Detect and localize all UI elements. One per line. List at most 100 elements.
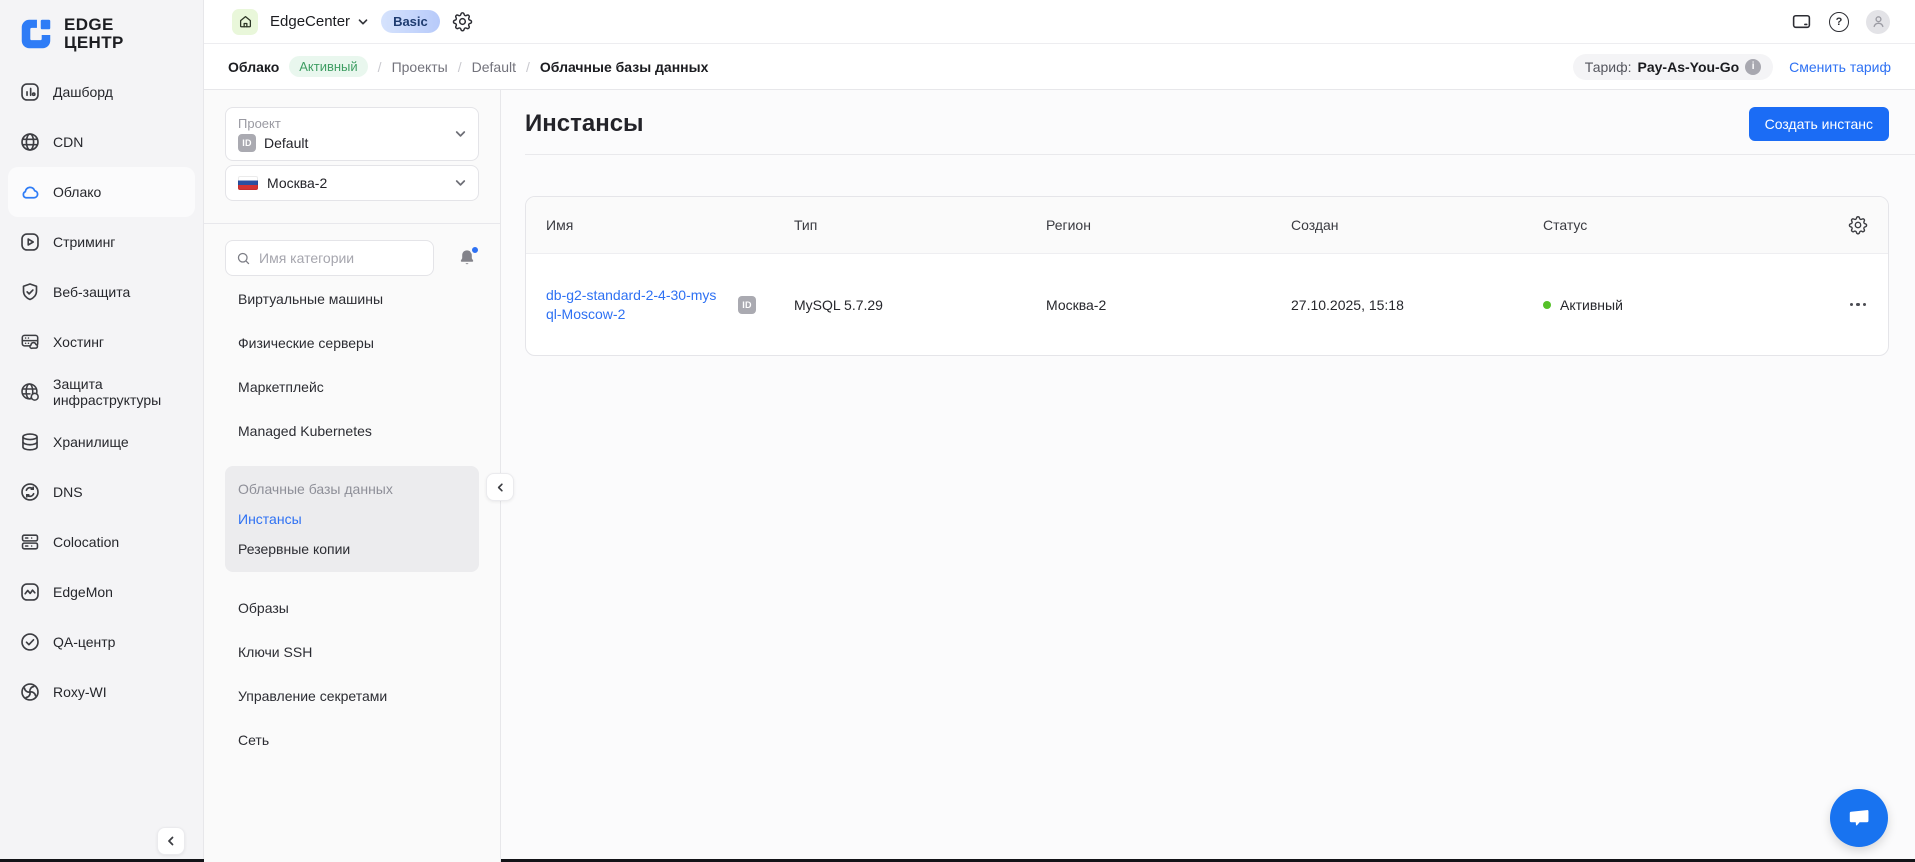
- panel-item-secrets[interactable]: Управление секретами: [225, 674, 479, 718]
- id-icon: ID: [238, 134, 256, 152]
- create-instance-button[interactable]: Создать инстанс: [1749, 107, 1889, 141]
- status-dot-icon: [1543, 301, 1551, 309]
- copy-id-icon[interactable]: ID: [738, 296, 756, 314]
- edgecenter-logo-icon: [17, 15, 55, 53]
- racks-icon: [19, 531, 41, 553]
- play-icon: [19, 231, 41, 253]
- panel-divider: [204, 223, 500, 224]
- change-tariff-link[interactable]: Сменить тариф: [1789, 59, 1891, 75]
- project-select-value: Default: [264, 135, 308, 151]
- chevron-down-icon: [357, 16, 369, 28]
- person-icon: [1871, 14, 1886, 29]
- sidebar-item-cloud[interactable]: Облако: [8, 167, 195, 217]
- breadcrumb: Облако Активный / Проекты / Default / Об…: [228, 56, 708, 77]
- home-icon[interactable]: [232, 9, 258, 35]
- panel-collapse-button[interactable]: [486, 473, 514, 501]
- panel-item-physical-servers[interactable]: Физические серверы: [225, 321, 479, 365]
- chat-bubble-icon: [1845, 804, 1873, 832]
- chat-widget-button[interactable]: [1830, 789, 1888, 847]
- chevron-left-icon: [165, 835, 177, 847]
- sidebar-item-infrastructure-protection[interactable]: Защита инфраструктуры: [8, 367, 195, 417]
- instance-name-link[interactable]: db-g2-standard-2-4-30-mysql-Moscow-2: [546, 286, 724, 324]
- user-avatar[interactable]: [1866, 10, 1890, 34]
- table-header: Имя Тип Регион Создан Статус: [526, 197, 1888, 254]
- panel-item-managed-kubernetes[interactable]: Managed Kubernetes: [225, 409, 479, 453]
- panel-item-virtual-machines[interactable]: Виртуальные машины: [225, 277, 479, 321]
- cloud-icon: [19, 181, 41, 203]
- chevron-down-icon: [454, 128, 467, 141]
- tariff-value: Pay-As-You-Go: [1638, 59, 1740, 75]
- info-icon[interactable]: i: [1745, 59, 1761, 75]
- search-icon: [236, 251, 251, 266]
- sidebar-item-web-protection[interactable]: Веб-защита: [8, 267, 195, 317]
- app-window: EDGE ЦЕНТР Дашборд CDN Облако Стриминг: [0, 0, 1915, 862]
- notifications-bell-icon[interactable]: [457, 248, 477, 268]
- globe-shield-icon: [19, 381, 41, 403]
- settings-gear-icon[interactable]: [452, 11, 473, 32]
- panel-item-ssh-keys[interactable]: Ключи SSH: [225, 630, 479, 674]
- sidebar-item-hosting[interactable]: Хостинг: [8, 317, 195, 367]
- column-type: Тип: [794, 217, 1046, 233]
- panel-item-instances[interactable]: Инстансы: [225, 504, 479, 534]
- breadcrumb-default[interactable]: Default: [472, 59, 516, 75]
- main-sidebar: EDGE ЦЕНТР Дашборд CDN Облако Стриминг: [0, 0, 204, 862]
- breadcrumb-current: Облачные базы данных: [540, 59, 708, 75]
- instance-status: Активный: [1560, 297, 1623, 313]
- billing-card-icon[interactable]: [1791, 11, 1812, 32]
- logo-text: EDGE ЦЕНТР: [64, 16, 124, 52]
- breadcrumb-bar: Облако Активный / Проекты / Default / Об…: [204, 44, 1915, 90]
- server-cloud-icon: [19, 331, 41, 353]
- instance-region: Москва-2: [1046, 297, 1291, 313]
- category-search-field[interactable]: [259, 250, 423, 266]
- sidebar-item-colocation[interactable]: Colocation: [8, 517, 195, 567]
- panel-item-cloud-databases[interactable]: Облачные базы данных: [225, 474, 479, 504]
- header-divider: [525, 154, 1915, 155]
- sidebar-item-cdn[interactable]: CDN: [8, 117, 195, 167]
- sidebar-item-roxy-wi[interactable]: Roxy-WI: [8, 667, 195, 717]
- cloud-nav-panel: Проект ID Default Москва-2: [204, 90, 501, 862]
- panel-item-images[interactable]: Образы: [225, 586, 479, 630]
- chevron-down-icon: [454, 177, 467, 190]
- waveform-icon: [19, 581, 41, 603]
- table-settings-gear-icon[interactable]: [1848, 215, 1868, 235]
- sidebar-item-qa-center[interactable]: QA-центр: [8, 617, 195, 667]
- region-select-value: Москва-2: [267, 175, 327, 191]
- russia-flag-icon: [238, 176, 258, 190]
- spiral-icon: [19, 681, 41, 703]
- sidebar-item-edgemon[interactable]: EdgeMon: [8, 567, 195, 617]
- panel-item-network[interactable]: Сеть: [225, 718, 479, 762]
- instances-table: Имя Тип Регион Создан Статус db-g2-stand…: [525, 196, 1889, 356]
- table-row[interactable]: db-g2-standard-2-4-30-mysql-Moscow-2 ID …: [526, 254, 1888, 355]
- instance-type: MySQL 5.7.29: [794, 297, 1046, 313]
- chevron-left-icon: [495, 482, 506, 493]
- project-select[interactable]: Проект ID Default: [225, 107, 479, 161]
- sidebar-item-dashboard[interactable]: Дашборд: [8, 67, 195, 117]
- status-badge: Активный: [289, 56, 367, 77]
- shield-check-icon: [19, 281, 41, 303]
- sidebar-item-streaming[interactable]: Стриминг: [8, 217, 195, 267]
- region-select[interactable]: Москва-2: [225, 165, 479, 201]
- workspace-switcher[interactable]: EdgeCenter: [270, 13, 369, 30]
- tariff-pill: Тариф: Pay-As-You-Go i: [1573, 54, 1773, 80]
- category-list-bottom: Образы Ключи SSH Управление секретами Се…: [204, 586, 500, 762]
- plan-badge: Basic: [381, 10, 440, 33]
- panel-item-backups[interactable]: Резервные копии: [225, 534, 479, 564]
- breadcrumb-projects[interactable]: Проекты: [392, 59, 448, 75]
- database-icon: [19, 431, 41, 453]
- check-circle-icon: [19, 631, 41, 653]
- column-status: Статус: [1543, 217, 1824, 233]
- globe-icon: [19, 131, 41, 153]
- column-name: Имя: [546, 217, 794, 233]
- panel-item-marketplace[interactable]: Маркетплейс: [225, 365, 479, 409]
- sidebar-item-storage[interactable]: Хранилище: [8, 417, 195, 467]
- main-content: Инстансы Создать инстанс Имя Тип Регион …: [501, 90, 1915, 862]
- page-title: Инстансы: [525, 106, 644, 142]
- sidebar-item-dns[interactable]: DNS: [8, 467, 195, 517]
- sidebar-menu: Дашборд CDN Облако Стриминг Веб-защита Х…: [0, 67, 203, 717]
- category-search-input[interactable]: [225, 240, 434, 276]
- column-region: Регион: [1046, 217, 1291, 233]
- row-actions-menu-icon[interactable]: [1848, 297, 1869, 313]
- sidebar-collapse-button[interactable]: [157, 827, 185, 855]
- help-icon[interactable]: ?: [1829, 12, 1849, 32]
- topbar: EdgeCenter Basic ?: [204, 0, 1915, 44]
